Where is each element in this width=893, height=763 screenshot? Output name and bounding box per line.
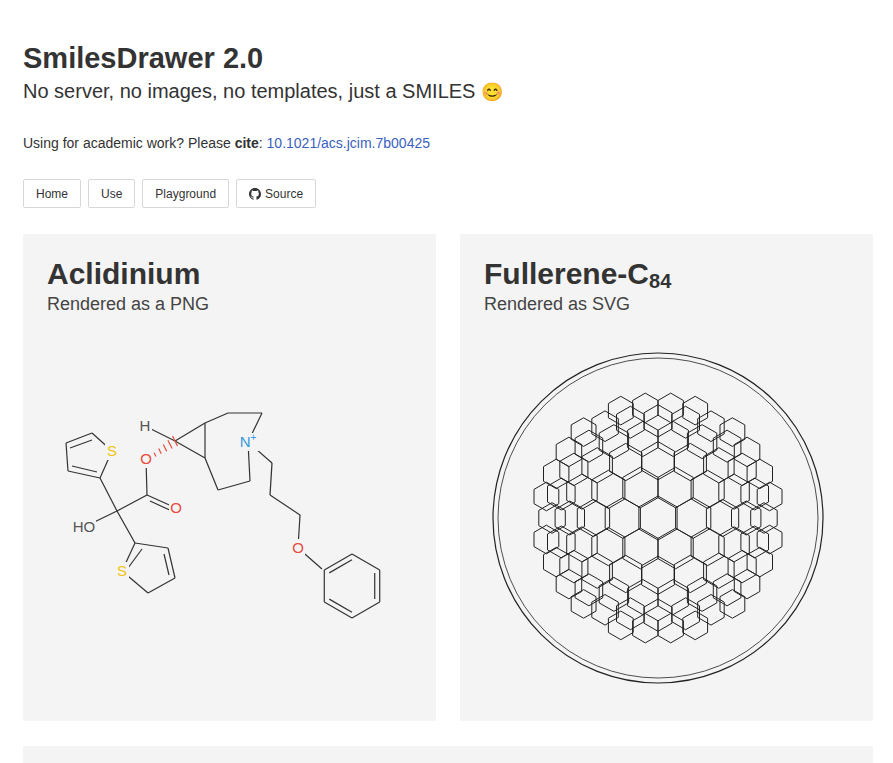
tagline: No server, no images, no templates, just… [23, 78, 873, 105]
nav-button[interactable]: Playground [142, 179, 229, 208]
atom-label: S [115, 562, 129, 580]
smile-icon: 😊 [481, 82, 503, 102]
github-icon [249, 188, 261, 200]
nav-bar: Home Use Playground Source [23, 179, 873, 208]
nav-button[interactable]: Home [23, 179, 81, 208]
card-subtitle: Rendered as SVG [484, 292, 849, 316]
molecule-card: AclidiniumRendered as a PNGHOOSHOSN+O [23, 234, 436, 721]
svg-text:S: S [117, 562, 127, 579]
doi-link[interactable]: 10.1021/acs.jcim.7b00425 [267, 135, 430, 151]
molecule-drawing: HOOSHOSN+O [23, 323, 436, 721]
svg-text:S: S [107, 442, 117, 459]
site-title: SmilesDrawer 2.0 [23, 40, 873, 76]
svg-text:O: O [292, 539, 304, 556]
card-subtitle: Rendered as a PNG [47, 292, 412, 316]
svg-text:O: O [170, 499, 182, 516]
card-title: Aclidinium [47, 256, 412, 292]
nav-button[interactable]: Source [236, 179, 316, 208]
fullerene-drawing [460, 323, 873, 721]
card-title: Fullerene-C84 [484, 256, 849, 292]
svg-text:HO: HO [73, 518, 96, 535]
nav-button[interactable]: Use [88, 179, 135, 208]
atom-label: N+ [237, 432, 259, 451]
atom-label: O [169, 499, 183, 517]
svg-text:H: H [140, 417, 151, 434]
molecule-card: Fullerene-C84Rendered as SVG [460, 234, 873, 721]
atom-label: HO [72, 518, 96, 536]
citation: Using for academic work? Please cite: 10… [23, 133, 873, 153]
card-grid: AclidiniumRendered as a PNGHOOSHOSN+OFul… [23, 234, 873, 721]
svg-text:O: O [140, 450, 152, 467]
atom-label: O [291, 539, 305, 557]
atom-label: O [139, 450, 153, 468]
svg-text:N+: N+ [240, 432, 257, 450]
atom-label: H [138, 417, 152, 435]
atom-label: S [105, 442, 119, 460]
next-card [23, 746, 873, 763]
page: SmilesDrawer 2.0No server, no images, no… [0, 0, 893, 763]
